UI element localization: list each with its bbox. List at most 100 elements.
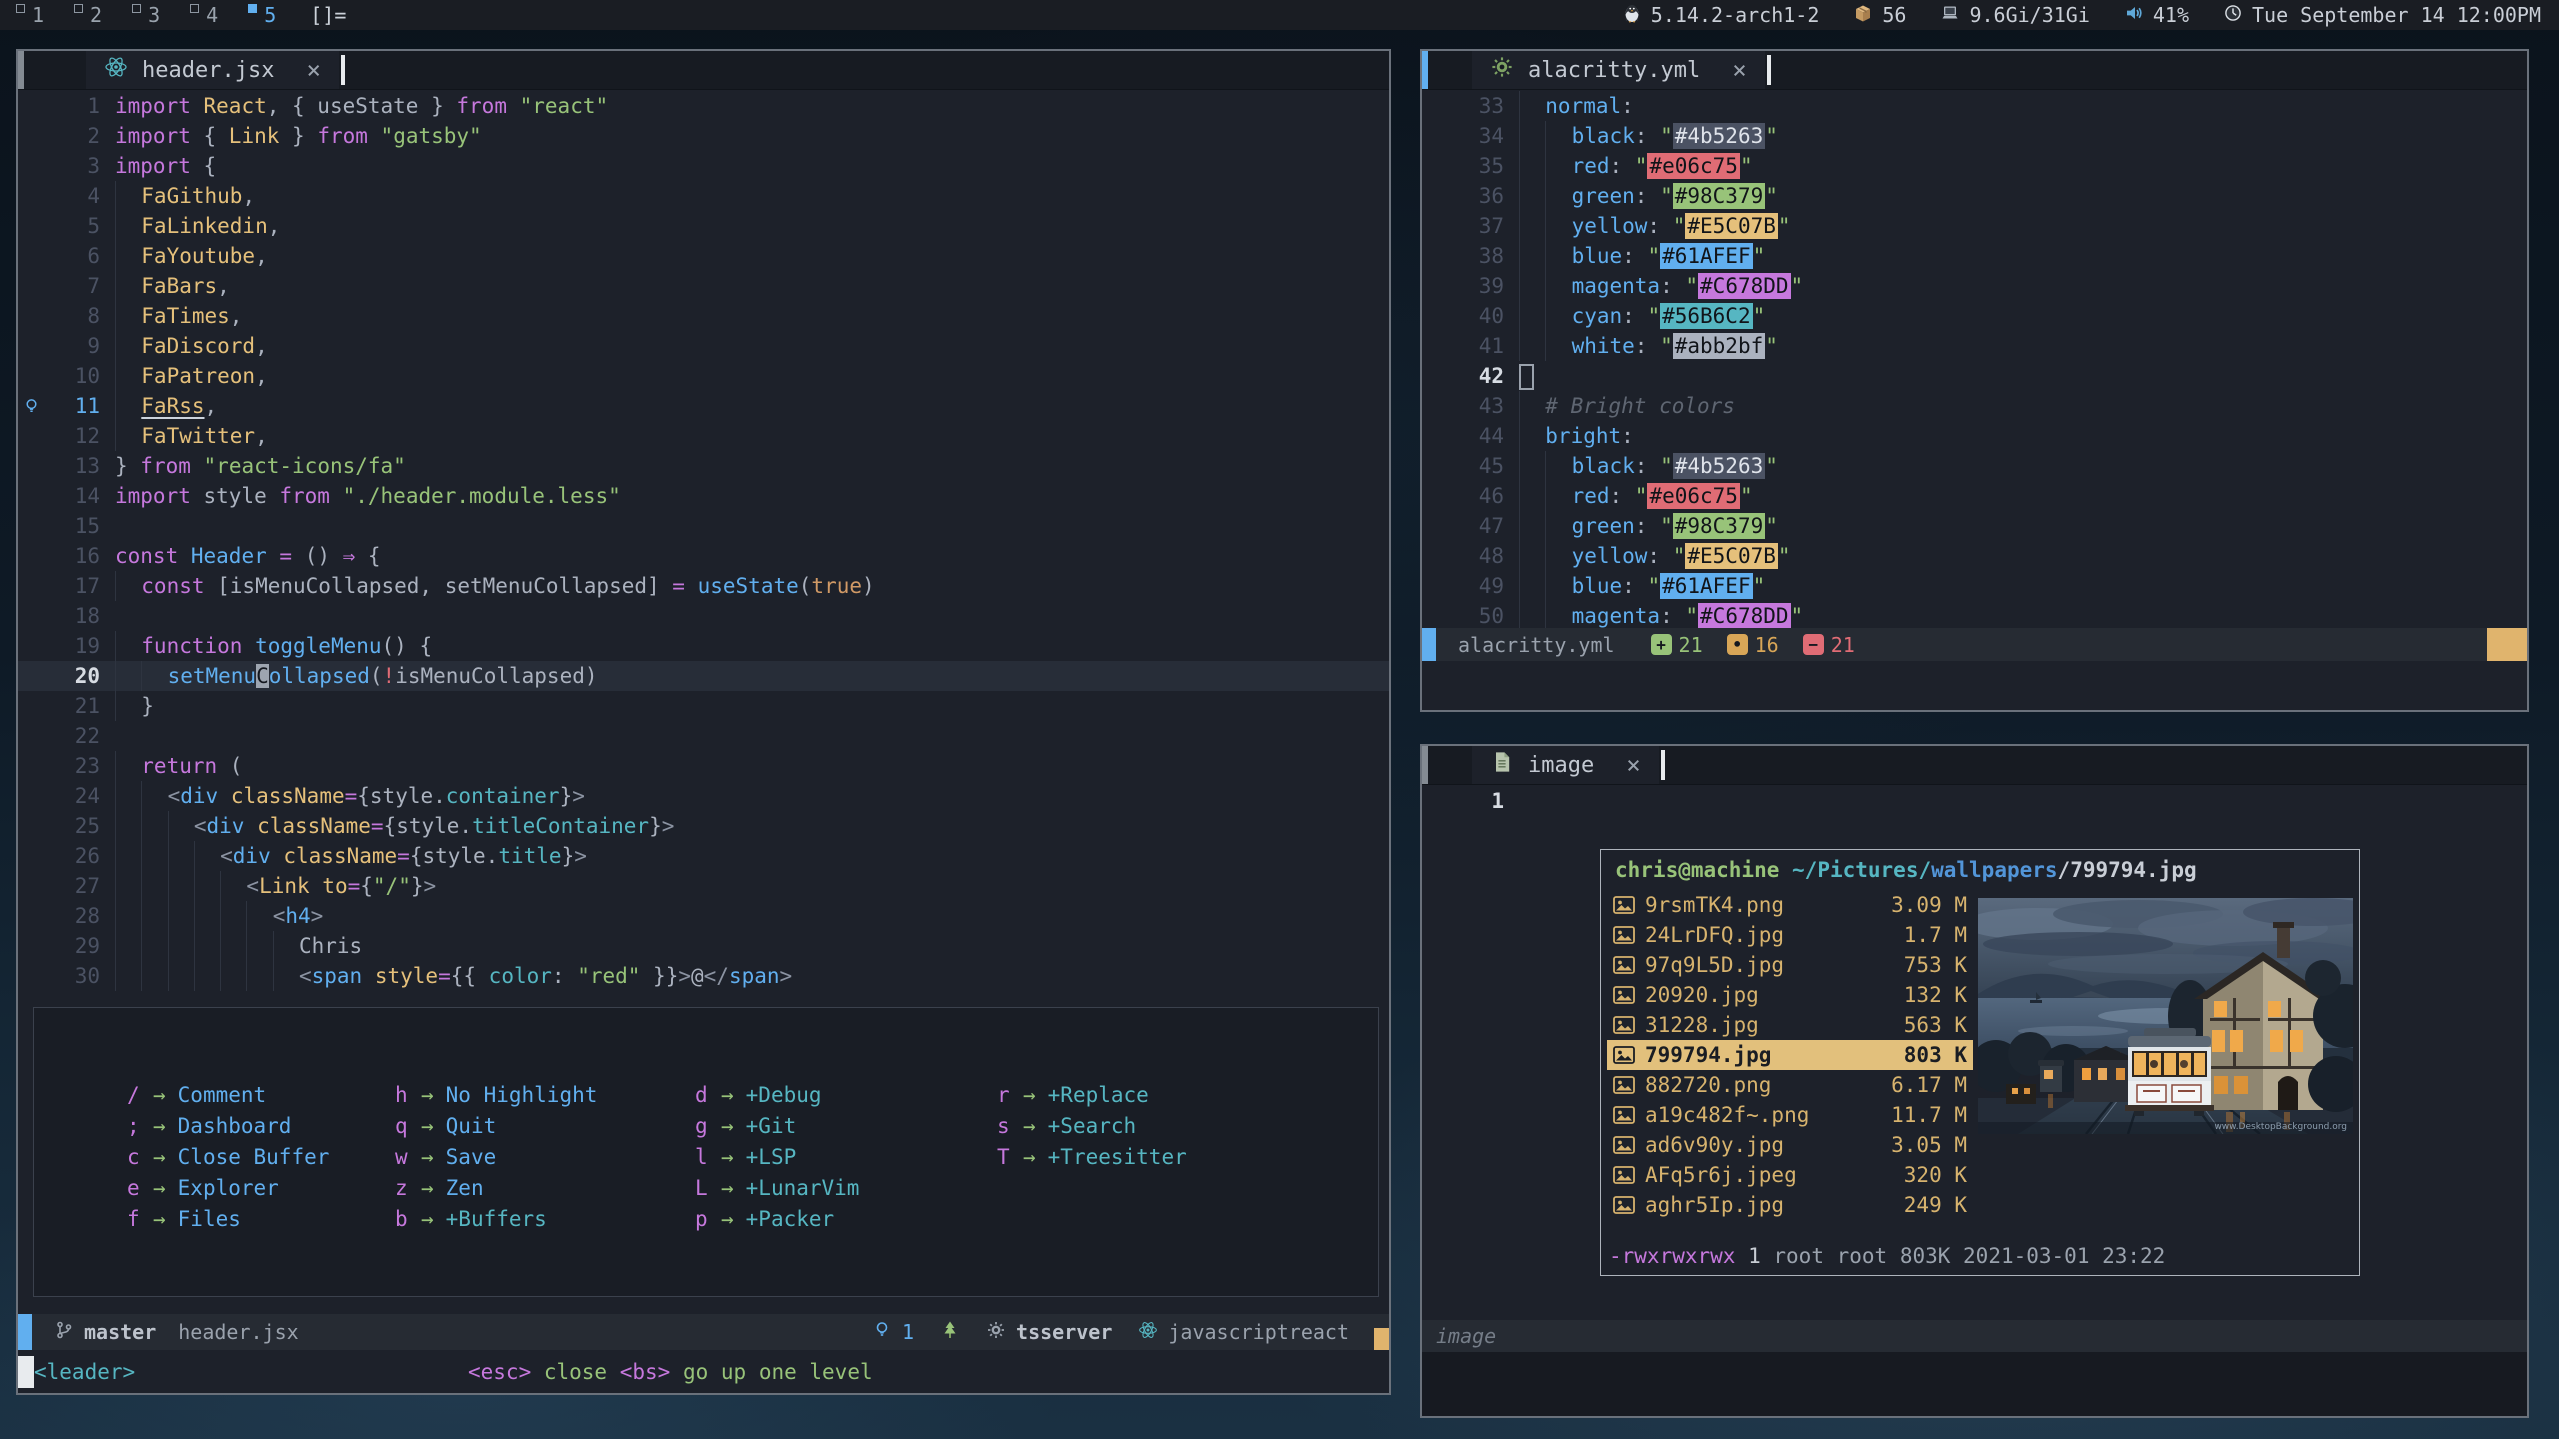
code-token: import xyxy=(115,94,191,118)
which-key-binding-r[interactable]: r→+Replace xyxy=(997,1080,1187,1111)
file-name: 20920.jpg xyxy=(1645,980,1875,1010)
code-token: " xyxy=(1635,154,1648,178)
tab-image[interactable]: image × xyxy=(1472,746,1659,784)
file-row-882720.png[interactable]: 882720.png6.17 M xyxy=(1607,1070,1973,1100)
code-token: , xyxy=(268,214,281,238)
binding-label: +Treesitter xyxy=(1048,1142,1187,1173)
indent-guide xyxy=(1519,151,1545,181)
code-area-right[interactable]: 33normal:34black: "#4b5263"35red: "#e06c… xyxy=(1422,91,2527,631)
arrow-icon: → xyxy=(409,1173,446,1204)
code-token: from xyxy=(456,94,507,118)
which-key-binding-z[interactable]: z→Zen xyxy=(395,1173,597,1204)
sign-column xyxy=(1422,511,1448,541)
which-key-binding-T[interactable]: T→+Treesitter xyxy=(997,1142,1187,1173)
close-icon[interactable]: × xyxy=(1732,56,1746,84)
which-key-binding-e[interactable]: e→Explorer xyxy=(127,1173,329,1204)
code-token xyxy=(191,94,204,118)
tab-alacritty-yml[interactable]: alacritty.yml × xyxy=(1472,51,1765,89)
file-row-ad6v90y.jpg[interactable]: ad6v90y.jpg3.05 M xyxy=(1607,1130,1973,1160)
sign-column xyxy=(18,901,44,931)
code-token: toggleMenu xyxy=(255,634,381,658)
layout-symbol[interactable]: []= xyxy=(310,3,346,27)
which-key-binding-L[interactable]: L→+LunarVim xyxy=(695,1173,859,1204)
file-row-a19c482f~.png[interactable]: a19c482f~.png11.7 M xyxy=(1607,1100,1973,1130)
line-number: 30 xyxy=(44,961,115,991)
which-key-binding-q[interactable]: q→Quit xyxy=(395,1111,597,1142)
indent-guide xyxy=(141,841,167,871)
which-key-binding-b[interactable]: b→+Buffers xyxy=(395,1204,597,1235)
binding-key: q xyxy=(395,1111,409,1142)
workspace-item-2[interactable]: 2 xyxy=(74,3,102,27)
scrollbar-thumb[interactable] xyxy=(2487,628,2527,661)
indent-guide xyxy=(194,931,220,961)
code-area-left[interactable]: 1import React, { useState } from "react"… xyxy=(18,91,1389,991)
code-token: FaTimes xyxy=(141,304,230,328)
file-row-9rsmTK4.png[interactable]: 9rsmTK4.png3.09 M xyxy=(1607,890,1973,920)
code-token: = xyxy=(672,574,685,598)
file-row-AFq5r6j.jpeg[interactable]: AFq5r6j.jpeg320 K xyxy=(1607,1160,1973,1190)
file-row-31228.jpg[interactable]: 31228.jpg563 K xyxy=(1607,1010,1973,1040)
code-token: , xyxy=(255,244,268,268)
binding-label: Explorer xyxy=(178,1173,279,1204)
which-key-binding-p[interactable]: p→+Packer xyxy=(695,1204,859,1235)
color-value-chip: #61AFEF xyxy=(1660,573,1753,599)
binding-key: g xyxy=(695,1111,709,1142)
command-line-left[interactable]: <leader> <esc> close <bs> go up one leve… xyxy=(18,1350,1389,1393)
workspace-item-1[interactable]: 1 xyxy=(16,3,44,27)
workspace-item-4[interactable]: 4 xyxy=(190,3,218,27)
user-host: chris@machine xyxy=(1615,858,1779,882)
code-token: h4 xyxy=(285,904,310,928)
sign-column xyxy=(1422,481,1448,511)
which-key-binding-d[interactable]: d→+Debug xyxy=(695,1080,859,1111)
code-line: 28<h4> xyxy=(18,901,1389,931)
which-key-binding-l[interactable]: l→+LSP xyxy=(695,1142,859,1173)
code-line: 39magenta: "#C678DD" xyxy=(1422,271,2527,301)
code-token: " xyxy=(1673,544,1686,568)
git-branch-segment[interactable]: master xyxy=(54,1320,156,1345)
code-token: const xyxy=(115,544,178,568)
lightbulb-icon xyxy=(872,1320,892,1345)
file-row-20920.jpg[interactable]: 20920.jpg132 K xyxy=(1607,980,1973,1010)
file-row-799794.jpg[interactable]: 799794.jpg803 K xyxy=(1607,1040,1973,1070)
which-key-binding-s[interactable]: s→+Search xyxy=(997,1111,1187,1142)
code-token: } xyxy=(279,124,317,148)
tab-header-jsx[interactable]: header.jsx × xyxy=(86,51,339,89)
git-changed-icon: • xyxy=(1727,634,1748,655)
which-key-column: d→+Debugg→+Gitl→+LSPL→+LunarVimp→+Packer xyxy=(695,1080,859,1235)
sign-column xyxy=(18,661,44,691)
which-key-binding-/[interactable]: /→Comment xyxy=(127,1080,329,1111)
which-key-binding-g[interactable]: g→+Git xyxy=(695,1111,859,1142)
which-key-binding-w[interactable]: w→Save xyxy=(395,1142,597,1173)
workspace-item-3[interactable]: 3 xyxy=(132,3,160,27)
diagnostics-segment[interactable]: 1 xyxy=(872,1320,914,1345)
line-number: 10 xyxy=(44,361,115,391)
code-token: = xyxy=(397,844,410,868)
indent-guide xyxy=(141,661,167,691)
pine-tree-icon xyxy=(940,1320,960,1345)
code-line: 29Chris xyxy=(18,931,1389,961)
which-key-binding-h[interactable]: h→No Highlight xyxy=(395,1080,597,1111)
scrollbar-thumb[interactable] xyxy=(1374,1328,1389,1350)
which-key-binding-;[interactable]: ;→Dashboard xyxy=(127,1111,329,1142)
code-token: " xyxy=(1765,514,1778,538)
file-row-97q9L5D.jpg[interactable]: 97q9L5D.jpg753 K xyxy=(1607,950,1973,980)
indent-guide xyxy=(115,751,141,781)
workspace-item-5[interactable]: 5 xyxy=(248,3,276,27)
which-key-binding-f[interactable]: f→Files xyxy=(127,1204,329,1235)
indent-guide xyxy=(220,901,246,931)
indent-guide xyxy=(1545,451,1571,481)
file-row-24LrDFQ.jpg[interactable]: 24LrDFQ.jpg1.7 M xyxy=(1607,920,1973,950)
close-icon[interactable]: × xyxy=(1626,751,1640,779)
code-line: 41white: "#abb2bf" xyxy=(1422,331,2527,361)
code-line: 23return ( xyxy=(18,751,1389,781)
which-key-binding-c[interactable]: c→Close Buffer xyxy=(127,1142,329,1173)
color-value-chip: #C678DD xyxy=(1698,273,1791,299)
code-token: : xyxy=(1660,604,1685,628)
file-row-aghr5Ip.jpg[interactable]: aghr5Ip.jpg249 K xyxy=(1607,1190,1973,1220)
status-text: 41% xyxy=(2153,3,2189,27)
workspace-list: 1 2 3 4 5 xyxy=(0,3,276,27)
sign-column xyxy=(18,781,44,811)
close-icon[interactable]: × xyxy=(306,56,320,84)
tabline-left: header.jsx × xyxy=(18,51,1389,90)
code-token: = xyxy=(348,874,361,898)
